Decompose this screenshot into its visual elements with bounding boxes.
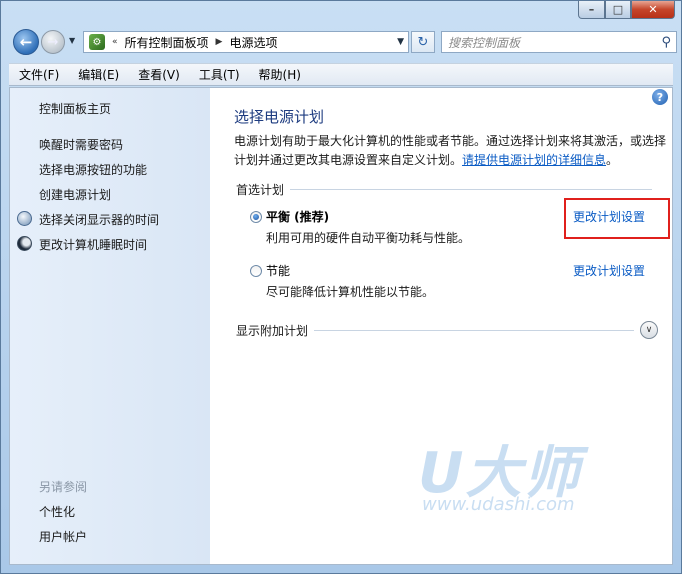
- main-panel: ? 选择电源计划 电源计划有助于最大化计算机的性能或者节能。通过选择计划来将其激…: [210, 88, 672, 564]
- control-panel-icon: ⚙: [89, 34, 105, 50]
- forward-button[interactable]: →: [41, 30, 65, 54]
- plan-power-saver-radio[interactable]: [250, 265, 262, 277]
- sidebar-user-accounts[interactable]: 用户帐户: [39, 528, 87, 545]
- plan-power-saver-name[interactable]: 节能: [266, 262, 290, 279]
- page-description: 电源计划有助于最大化计算机的性能或者节能。通过选择计划来将其激活，或选择计划并通…: [234, 132, 666, 170]
- plan-details-link[interactable]: 请提供电源计划的详细信息: [462, 153, 606, 167]
- expand-chevron-icon[interactable]: ∨: [640, 321, 658, 339]
- close-button[interactable]: ✕: [631, 1, 675, 19]
- description-end: 。: [606, 153, 619, 167]
- sleep-moon-icon: [17, 236, 32, 251]
- search-input[interactable]: 搜索控制面板 ⚲: [441, 31, 677, 53]
- sidebar-display-off-time[interactable]: 选择关闭显示器的时间: [39, 211, 159, 228]
- sidebar-require-password[interactable]: 唤醒时需要密码: [39, 136, 123, 153]
- menu-view[interactable]: 查看(V): [128, 66, 189, 83]
- menu-edit[interactable]: 编辑(E): [68, 66, 128, 83]
- page-title: 选择电源计划: [234, 108, 325, 126]
- control-panel-window: – □ ✕ ← → ▼ ⚙ « 所有控制面板项 ▶ 电源选项 ▼ ↻ 搜索控制面…: [0, 0, 682, 574]
- content-area: 控制面板主页 唤醒时需要密码 选择电源按钮的功能 创建电源计划 选择关闭显示器的…: [9, 87, 673, 565]
- menu-help[interactable]: 帮助(H): [249, 66, 310, 83]
- sidebar-create-power-plan[interactable]: 创建电源计划: [39, 186, 111, 203]
- see-also-heading: 另请参阅: [39, 480, 88, 494]
- navigation-bar: ← → ▼ ⚙ « 所有控制面板项 ▶ 电源选项 ▼ ↻ 搜索控制面板 ⚲: [9, 25, 677, 59]
- refresh-button[interactable]: ↻: [411, 31, 435, 53]
- maximize-button[interactable]: □: [605, 1, 631, 19]
- preferred-plans-heading: 首选计划: [236, 181, 291, 198]
- address-bar[interactable]: ⚙ « 所有控制面板项 ▶ 电源选项 ▼: [83, 31, 409, 53]
- search-placeholder: 搜索控制面板: [448, 35, 521, 50]
- caption-buttons: – □ ✕: [578, 1, 675, 19]
- help-icon[interactable]: ?: [652, 89, 668, 105]
- search-icon[interactable]: ⚲: [661, 35, 671, 50]
- recent-pages-dropdown[interactable]: ▼: [69, 36, 75, 45]
- highlight-annotation-box: [564, 198, 670, 239]
- breadcrumb-power-options[interactable]: 电源选项: [229, 34, 277, 51]
- plan-balanced-description: 利用可用的硬件自动平衡功耗与性能。: [266, 231, 471, 245]
- preferred-plans-divider: [236, 189, 652, 190]
- address-dropdown-icon[interactable]: ▼: [397, 37, 404, 47]
- sidebar-power-button-function[interactable]: 选择电源按钮的功能: [39, 161, 147, 178]
- menu-bar: 文件(F) 编辑(E) 查看(V) 工具(T) 帮助(H): [9, 63, 673, 86]
- display-timer-icon: [17, 211, 32, 226]
- breadcrumb-all-items[interactable]: 所有控制面板项: [125, 34, 209, 51]
- address-chevrons[interactable]: «: [112, 37, 118, 47]
- breadcrumb-separator-icon[interactable]: ▶: [216, 37, 223, 47]
- task-sidebar: 控制面板主页 唤醒时需要密码 选择电源按钮的功能 创建电源计划 选择关闭显示器的…: [10, 88, 210, 564]
- udashi-watermark: U大师 www.udashi.com: [418, 428, 608, 518]
- sidebar-sleep-time[interactable]: 更改计算机睡眠时间: [39, 236, 147, 253]
- sidebar-personalization[interactable]: 个性化: [39, 503, 75, 520]
- plan-power-saver-change-settings-link[interactable]: 更改计划设置: [573, 262, 645, 279]
- plan-power-saver-description: 尽可能降低计算机性能以节能。: [266, 285, 435, 299]
- sidebar-control-panel-home[interactable]: 控制面板主页: [39, 100, 111, 117]
- plan-balanced-radio[interactable]: [250, 211, 262, 223]
- show-additional-plans-heading[interactable]: 显示附加计划: [236, 322, 315, 339]
- back-button[interactable]: ←: [13, 29, 39, 55]
- minimize-button[interactable]: –: [578, 1, 605, 19]
- menu-tools[interactable]: 工具(T): [189, 66, 249, 83]
- menu-file[interactable]: 文件(F): [9, 66, 68, 83]
- watermark-url: www.udashi.com: [422, 494, 575, 515]
- plan-balanced-name[interactable]: 平衡 (推荐): [266, 208, 329, 225]
